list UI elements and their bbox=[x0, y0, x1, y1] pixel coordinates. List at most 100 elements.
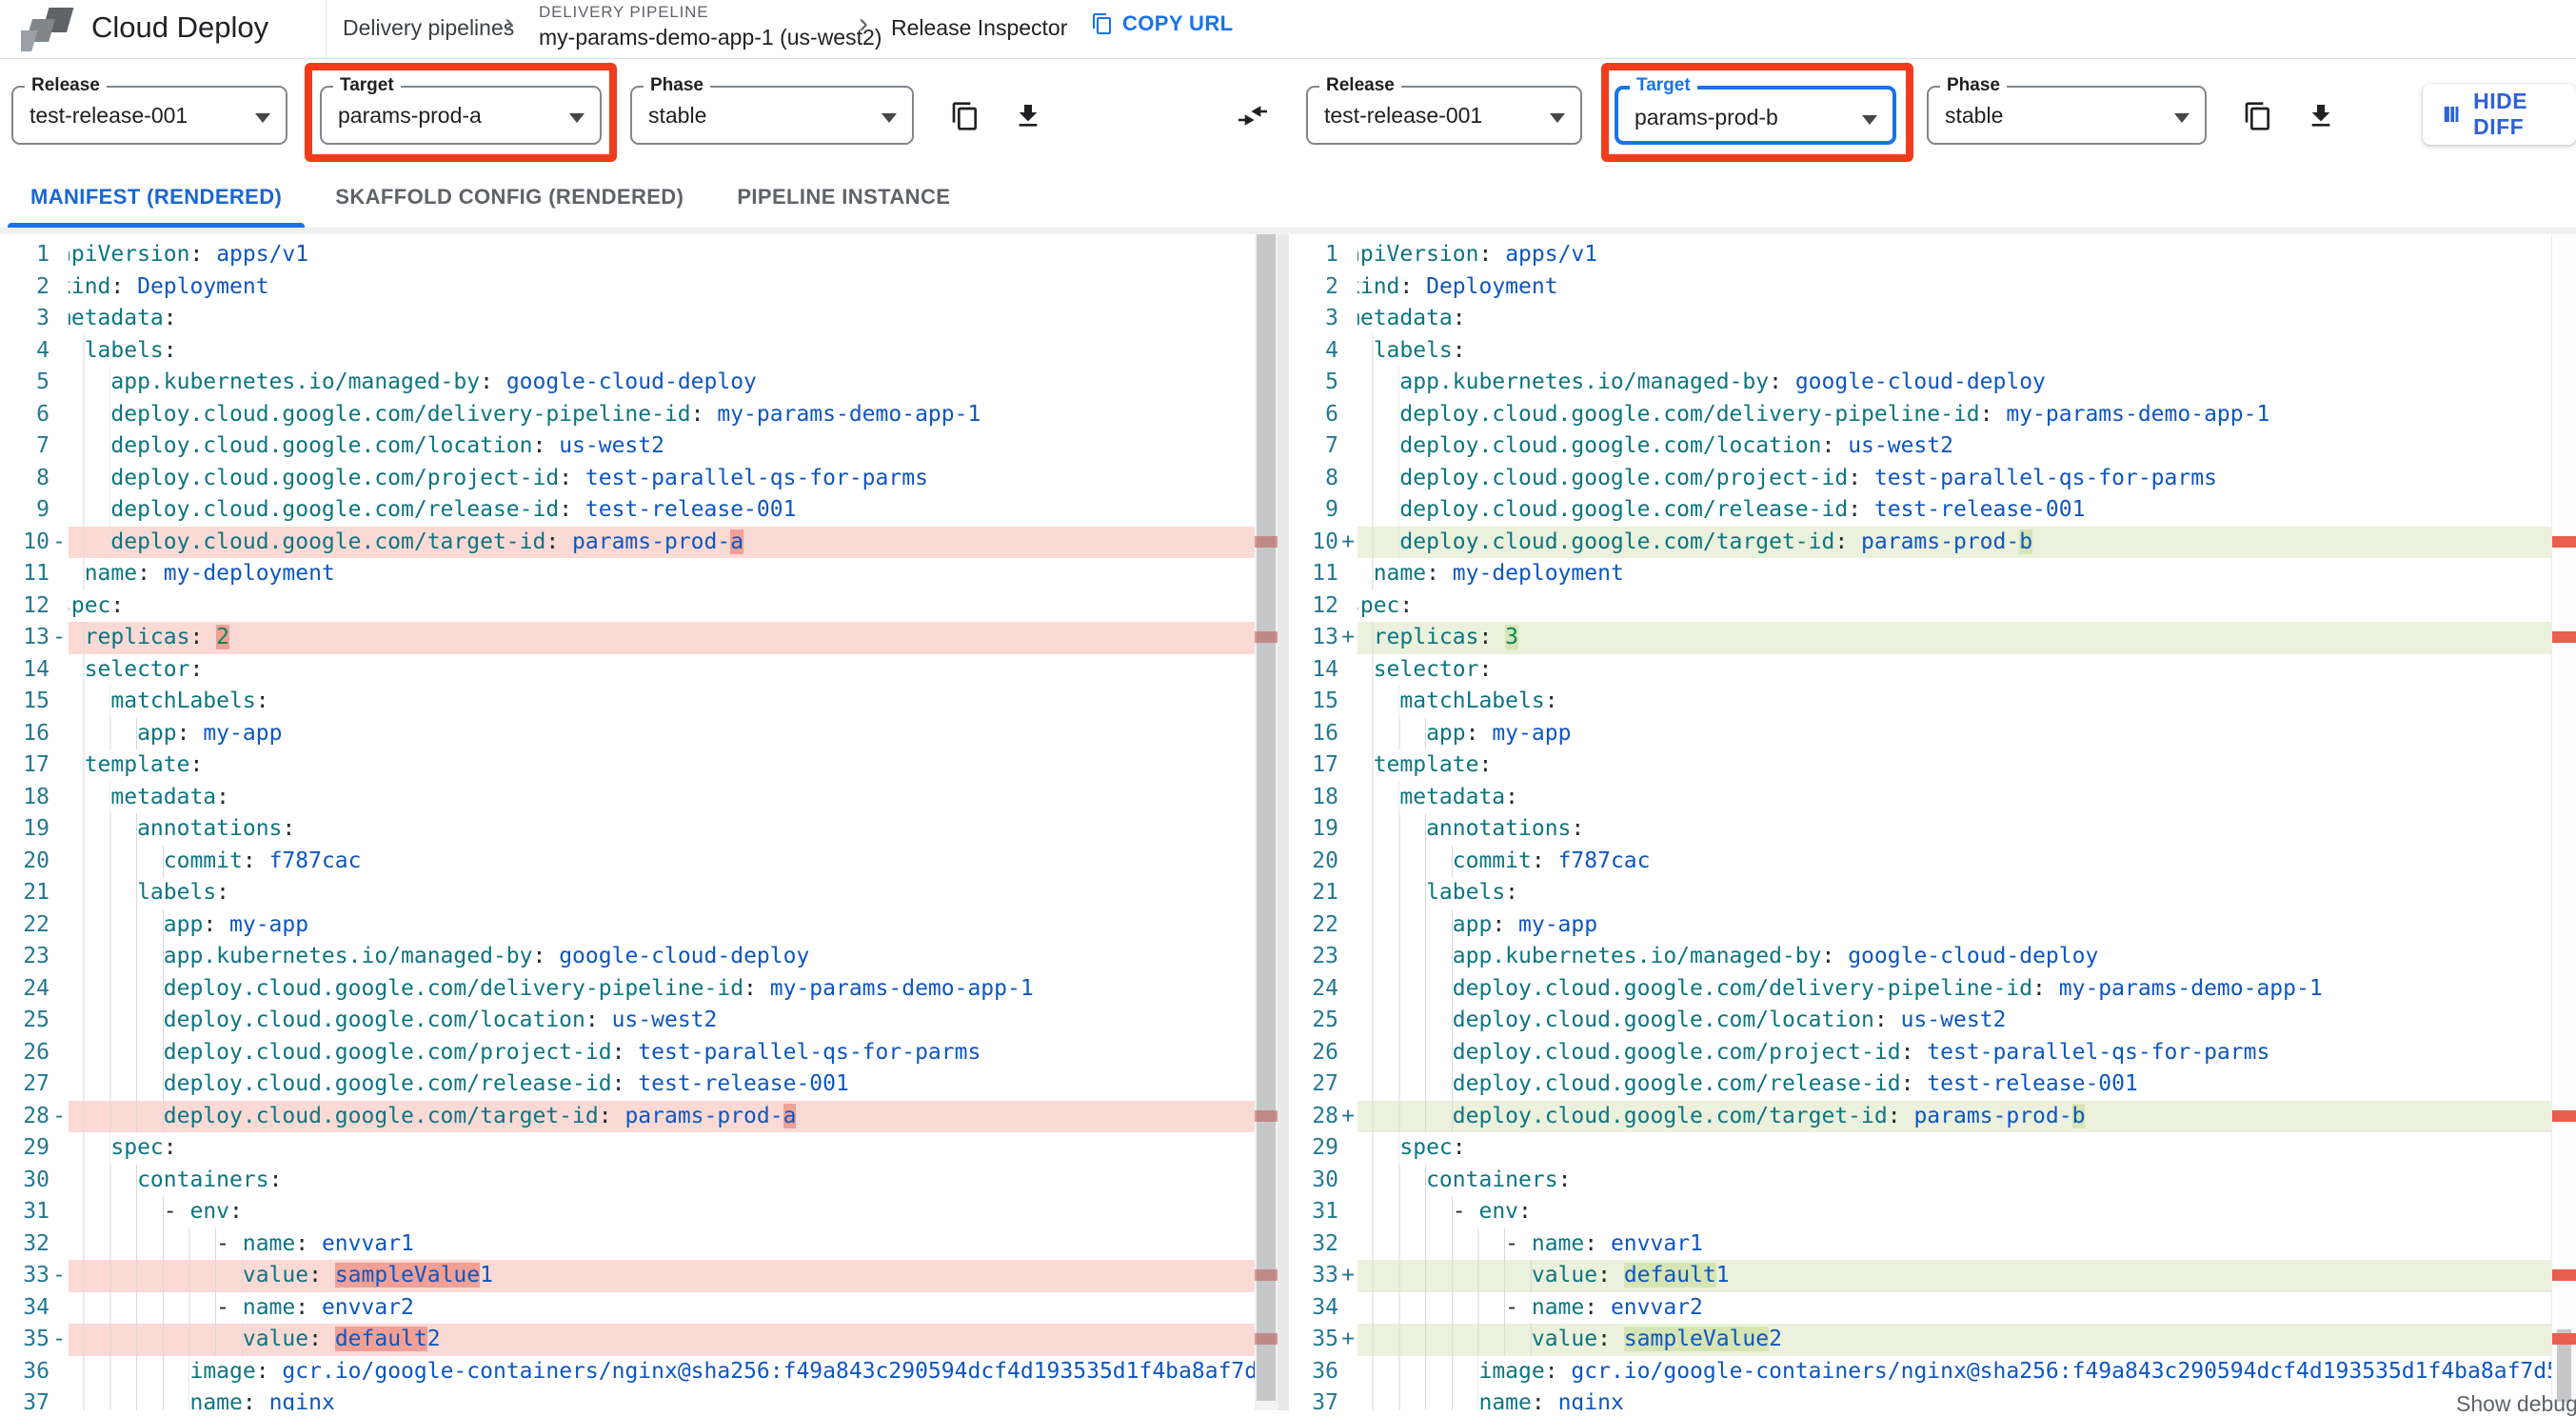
line-number: 8 bbox=[1325, 465, 1338, 490]
breadcrumb-delivery-pipelines[interactable]: Delivery pipelines bbox=[343, 15, 514, 41]
code-text: deploy.cloud.google.com/location: us-wes… bbox=[1357, 1005, 2551, 1037]
indent-guides bbox=[69, 1324, 243, 1356]
diff-marker: - bbox=[52, 1263, 66, 1287]
indent-guides bbox=[1357, 367, 1400, 399]
diff-marker bbox=[1338, 494, 1357, 527]
manifest-diff-editor: 1 apiVersion: apps/v1 2 kind: Deployment 3 me… bbox=[0, 229, 2576, 1410]
line-number: 5 bbox=[36, 369, 50, 394]
line-number: 8 bbox=[36, 465, 50, 490]
target-label: Target bbox=[333, 75, 401, 96]
scrollbar-thumb[interactable] bbox=[1257, 234, 1276, 1401]
code-line: 33- value: sampleValue1 bbox=[0, 1260, 1255, 1292]
code-text: deploy.cloud.google.com/location: us-wes… bbox=[69, 1005, 1255, 1037]
breadcrumb-pipeline[interactable]: DELIVERY PIPELINE my-params-demo-app-1 (… bbox=[539, 3, 882, 50]
code-line: 23 app.kubernetes.io/managed-by: google-c… bbox=[0, 941, 1255, 973]
chevron-right-icon: › bbox=[859, 8, 868, 39]
release-select-right[interactable]: Release test-release-001 bbox=[1306, 75, 1582, 145]
diff-marker bbox=[1338, 367, 1357, 399]
diff-marker bbox=[50, 590, 69, 623]
left-panel-scrollbar[interactable] bbox=[1255, 234, 1278, 1410]
line-number: 26 bbox=[23, 1039, 50, 1065]
line-number: 30 bbox=[23, 1167, 50, 1192]
code-text: - name: envvar1 bbox=[1357, 1227, 2551, 1260]
diff-marker: - bbox=[52, 529, 66, 554]
line-number: 6 bbox=[36, 401, 50, 427]
code-text: app: my-app bbox=[1357, 908, 2551, 941]
diff-marker bbox=[50, 813, 69, 846]
indent-guides bbox=[1357, 558, 1374, 590]
diff-marker bbox=[50, 846, 69, 878]
target-select-right[interactable]: Target params-prod-b bbox=[1615, 75, 1896, 145]
line-number: 14 bbox=[23, 656, 50, 682]
diff-marker: - bbox=[52, 1103, 66, 1128]
chevron-right-icon: › bbox=[505, 8, 514, 39]
code-line: 35- value: default2 bbox=[0, 1324, 1255, 1356]
code-line: 24 deploy.cloud.google.com/delivery-pipel… bbox=[1289, 972, 2551, 1005]
code-line: 13- replicas: 2 bbox=[0, 622, 1255, 654]
code-line: 25 deploy.cloud.google.com/location: us-w… bbox=[1289, 1005, 2551, 1037]
target-select-left[interactable]: Target params-prod-a bbox=[320, 75, 602, 145]
code-line: 7 deploy.cloud.google.com/location: us-we… bbox=[1289, 430, 2551, 463]
indent-guides bbox=[1357, 1227, 1506, 1260]
code-text: app.kubernetes.io/managed-by: google-clo… bbox=[69, 941, 1255, 973]
diff-marker bbox=[50, 782, 69, 814]
diff-marker bbox=[1338, 749, 1357, 782]
line-number: 12 bbox=[1312, 592, 1338, 618]
phase-select-left[interactable]: Phase stable bbox=[630, 75, 914, 145]
diff-columns-icon bbox=[2444, 106, 2459, 123]
phase-select-right[interactable]: Phase stable bbox=[1927, 75, 2207, 145]
copy-url-button[interactable]: COPY URL bbox=[1091, 11, 1233, 36]
release-label: Release bbox=[25, 75, 107, 96]
indent-guides bbox=[1357, 877, 1427, 909]
diff-marker bbox=[50, 1196, 69, 1228]
line-number: 15 bbox=[23, 689, 50, 713]
line-number: 7 bbox=[36, 433, 50, 458]
indent-guides bbox=[1357, 494, 1400, 527]
indent-guides bbox=[69, 1355, 190, 1387]
compare-toolbar: Release test-release-001 Target params-p… bbox=[0, 59, 2576, 166]
diff-marker bbox=[50, 877, 69, 909]
code-line: 14 selector: bbox=[1289, 653, 2551, 686]
indent-guides bbox=[69, 622, 85, 654]
indent-guides bbox=[69, 430, 111, 463]
diff-marker bbox=[1338, 239, 1357, 271]
tab-manifest-rendered[interactable]: MANIFEST (RENDERED) bbox=[4, 166, 308, 228]
panel-divider[interactable] bbox=[1278, 234, 1289, 1410]
indent-guides bbox=[69, 749, 85, 782]
copy-manifest-button-right[interactable] bbox=[2237, 95, 2279, 137]
line-number: 4 bbox=[36, 337, 50, 363]
copy-manifest-button-left[interactable] bbox=[944, 95, 986, 137]
diff-marker bbox=[1338, 1068, 1357, 1101]
code-text: app: my-app bbox=[1357, 717, 2551, 749]
diff-panel-modified[interactable]: 1 apiVersion: apps/v1 2 kind: Deployment 3 me… bbox=[1289, 234, 2551, 1410]
code-text: deploy.cloud.google.com/project-id: test… bbox=[69, 462, 1255, 494]
diff-panel-original[interactable]: 1 apiVersion: apps/v1 2 kind: Deployment 3 me… bbox=[0, 234, 1255, 1410]
hide-diff-button[interactable]: HIDE DIFF bbox=[2423, 84, 2576, 145]
diff-marker bbox=[1338, 1292, 1357, 1325]
code-text: deploy.cloud.google.com/delivery-pipelin… bbox=[69, 972, 1255, 1005]
code-text: name: nginx bbox=[69, 1387, 1255, 1410]
code-text: spec: bbox=[1357, 1132, 2551, 1165]
compare-targets-icon-button[interactable] bbox=[1232, 95, 1274, 137]
code-text: - name: envvar2 bbox=[69, 1291, 1255, 1324]
diff-overview-ruler[interactable] bbox=[2551, 234, 2576, 1410]
code-text: image: gcr.io/google-containers/nginx@sh… bbox=[1357, 1355, 2551, 1387]
line-number: 22 bbox=[1312, 911, 1338, 937]
indent-guides bbox=[1357, 717, 1427, 749]
target-value: params-prod-b bbox=[1635, 105, 1778, 130]
diff-marker bbox=[1338, 463, 1357, 495]
line-number: 19 bbox=[23, 816, 50, 841]
diff-marker: + bbox=[1341, 1327, 1355, 1351]
release-select-left[interactable]: Release test-release-001 bbox=[11, 75, 287, 145]
code-text: selector: bbox=[1357, 653, 2551, 686]
download-manifest-button-right[interactable] bbox=[2300, 95, 2342, 137]
indent-guides bbox=[1357, 813, 1427, 846]
indent-guides bbox=[1357, 622, 1374, 654]
diff-marker bbox=[50, 941, 69, 973]
line-number: 29 bbox=[23, 1135, 50, 1160]
show-debug-link[interactable]: Show debug p bbox=[2456, 1391, 2576, 1417]
download-manifest-button-left[interactable] bbox=[1007, 95, 1049, 137]
tab-skaffold-config-rendered[interactable]: SKAFFOLD CONFIG (RENDERED) bbox=[308, 166, 710, 228]
tab-pipeline-instance[interactable]: PIPELINE INSTANCE bbox=[710, 166, 977, 228]
indent-guides bbox=[69, 845, 164, 877]
